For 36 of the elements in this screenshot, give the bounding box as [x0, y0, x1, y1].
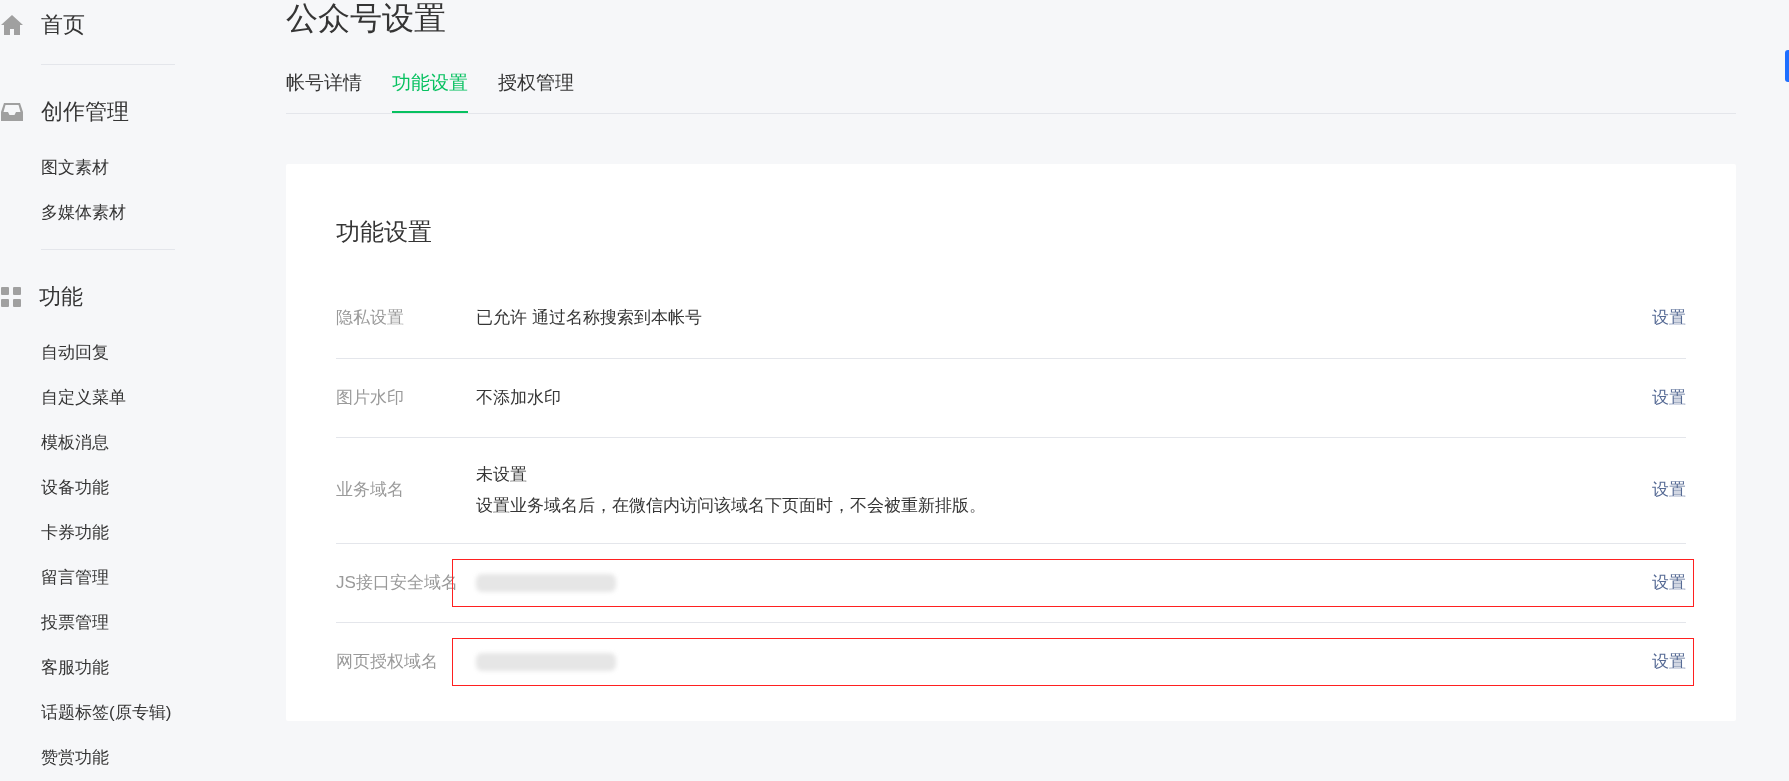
- sidebar-item[interactable]: 自动回复: [41, 330, 175, 375]
- sidebar-item[interactable]: 多媒体素材: [41, 190, 175, 235]
- settings-link[interactable]: 设置: [1652, 477, 1686, 503]
- inbox-icon: [0, 102, 24, 122]
- sidebar-item[interactable]: 模板消息: [41, 420, 175, 465]
- sidebar-group-title[interactable]: 功能: [39, 286, 83, 308]
- home-icon: [0, 14, 24, 36]
- setting-label: 图片水印: [336, 386, 405, 409]
- setting-label: 网页授权域名: [336, 650, 439, 673]
- side-tab[interactable]: [1785, 50, 1789, 82]
- sidebar-item[interactable]: 投票管理: [41, 600, 175, 645]
- sidebar-item[interactable]: 设备功能: [41, 465, 175, 510]
- sidebar-item[interactable]: 自定义菜单: [41, 375, 175, 420]
- sidebar-item[interactable]: 留言管理: [41, 555, 175, 600]
- sidebar-group-title[interactable]: 创作管理: [41, 101, 129, 123]
- settings-link[interactable]: 设置: [1652, 305, 1686, 331]
- setting-label: 业务域名: [336, 479, 405, 502]
- grid-icon: [0, 286, 22, 308]
- settings-link[interactable]: 设置: [1652, 384, 1686, 411]
- tab[interactable]: 帐号详情: [286, 69, 362, 113]
- sidebar-group-title[interactable]: 首页: [41, 14, 85, 36]
- setting-value: 已允许 通过名称搜索到本帐号: [476, 307, 703, 330]
- sidebar-item[interactable]: 赞赏功能: [41, 735, 175, 780]
- sidebar-item[interactable]: 卡券功能: [41, 510, 175, 555]
- setting-value: 设置业务域名后，在微信内访问该域名下页面时，不会被重新排版。: [476, 495, 987, 517]
- settings-link[interactable]: 设置: [1652, 648, 1686, 675]
- sidebar-item[interactable]: 话题标签(原专辑): [41, 690, 175, 735]
- sidebar-item[interactable]: 图文素材: [41, 145, 175, 190]
- setting-value: 未设置: [476, 463, 528, 486]
- setting-value: 不添加水印: [476, 386, 562, 409]
- settings-link[interactable]: 设置: [1652, 569, 1686, 596]
- card-title: 功能设置: [336, 216, 433, 247]
- tab[interactable]: 授权管理: [498, 69, 574, 113]
- sidebar-item[interactable]: 客服功能: [41, 645, 175, 690]
- page-title: 公众号设置: [286, 2, 447, 38]
- setting-label: 隐私设置: [336, 307, 405, 330]
